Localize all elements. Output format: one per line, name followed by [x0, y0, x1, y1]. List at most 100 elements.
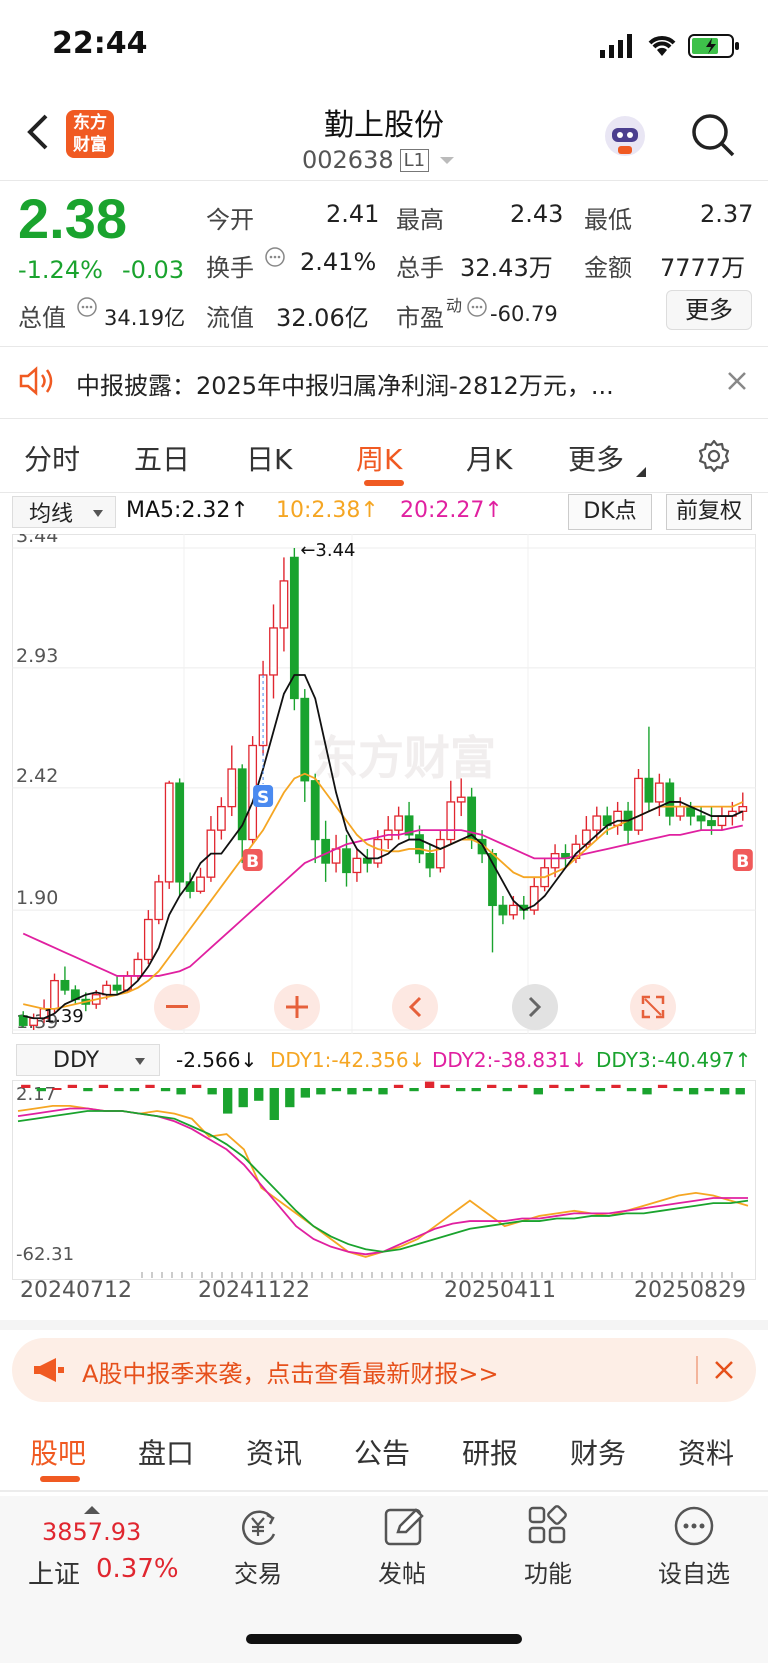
sub-tab-4[interactable]: 研报 [462, 1432, 518, 1472]
ddy-bar [456, 1088, 466, 1092]
candle-body [321, 838, 331, 864]
fullscreen-icon[interactable] [630, 984, 676, 1030]
chart-tab-3[interactable]: 周K [356, 438, 402, 478]
ddy-select[interactable]: DDY [16, 1044, 160, 1076]
sub-tab-6[interactable]: 资料 [678, 1432, 734, 1472]
info-icon[interactable] [264, 246, 286, 272]
stock-code-row[interactable]: 002638 L1 [302, 146, 455, 174]
ddy-select-label: DDY [53, 1047, 100, 1073]
ddy-bar [21, 1084, 31, 1088]
nav-watchlist-label[interactable]: 设自选 [658, 1554, 730, 1589]
sub-tab-3[interactable]: 公告 [354, 1432, 410, 1472]
more-dots-icon[interactable] [672, 1504, 716, 1552]
post-icon[interactable] [382, 1504, 426, 1552]
zoom-in-button[interactable] [274, 984, 320, 1030]
ddy-bar [549, 1084, 559, 1088]
status-time: 22:44 [52, 26, 148, 61]
candle-body [456, 796, 466, 803]
watermark: 东方财富 [312, 731, 496, 785]
wifi-icon [646, 32, 678, 62]
date-label: 20250829 [634, 1278, 746, 1303]
ddy-bar [564, 1088, 575, 1092]
ddy-bar [720, 1088, 730, 1095]
candle-body [644, 777, 654, 803]
close-icon[interactable] [726, 370, 748, 396]
index-name[interactable]: 上证 [28, 1554, 80, 1591]
chart-tab-0[interactable]: 分时 [24, 438, 80, 478]
ddy-bar [657, 1084, 668, 1088]
sub-tab-5[interactable]: 财务 [570, 1432, 626, 1472]
active-tab-indicator [364, 480, 404, 486]
buy-signal: B [246, 852, 259, 872]
candle-body [498, 904, 508, 916]
ddy-bar [580, 1084, 590, 1088]
scroll-right-button[interactable] [512, 984, 558, 1030]
ddy-bar [316, 1088, 326, 1095]
ddy-bar [98, 1084, 109, 1088]
info-icon[interactable] [466, 296, 488, 322]
buy-signal: B [736, 852, 749, 872]
dk-button[interactable]: DK点 [568, 494, 652, 530]
ddy-bar [176, 1088, 186, 1095]
chart-tab-5[interactable]: 更多 [568, 438, 624, 478]
search-icon[interactable] [690, 112, 736, 162]
kline-chart[interactable]: 3.442.932.421.901.39东方财富←3.441.39SBB [12, 534, 756, 1034]
candle-body [707, 820, 716, 827]
nav-post-label[interactable]: 发帖 [378, 1554, 426, 1589]
functions-icon[interactable] [526, 1504, 570, 1552]
ddy1-value: DDY1:-42.356↓ [270, 1048, 426, 1072]
candle-body [717, 815, 727, 827]
adjust-button[interactable]: 前复权 [666, 494, 752, 530]
y-axis-label: 2.42 [16, 765, 58, 787]
gear-icon[interactable] [696, 438, 732, 478]
nav-functions-label[interactable]: 功能 [524, 1554, 572, 1589]
notice-text[interactable]: 中报披露：2025年中报归属净利润-2812万元，... [76, 366, 614, 401]
date-label: 20250411 [444, 1278, 556, 1303]
nav-trade-label[interactable]: 交易 [234, 1554, 282, 1589]
high-marker: ←3.44 [300, 540, 355, 561]
ddy-bar [673, 1088, 683, 1092]
zoom-out-button[interactable] [154, 984, 200, 1030]
earnings-banner[interactable]: A股中报季来袭，点击查看最新财报>> [12, 1338, 756, 1402]
candle-body [50, 979, 59, 1010]
more-caret-icon [636, 462, 646, 481]
high-value: 2.43 [510, 200, 564, 228]
index-change[interactable]: 0.37% [96, 1554, 179, 1584]
ddy-bar [378, 1088, 388, 1095]
chart-tab-4[interactable]: 月K [466, 438, 512, 478]
close-icon[interactable] [714, 1360, 734, 1384]
low-value: 2.37 [700, 200, 754, 228]
ddy-bar [36, 1088, 46, 1092]
ddy-bar [114, 1088, 124, 1092]
ma10-value: 10:2.38↑ [276, 498, 379, 523]
ma-select[interactable]: 均线 [12, 496, 116, 528]
index-value[interactable]: 3857.93 [42, 1518, 141, 1546]
ddy-bar [518, 1084, 528, 1088]
info-icon[interactable] [76, 296, 98, 322]
candle-body [164, 782, 174, 883]
megaphone-icon [32, 1356, 66, 1388]
chevron-down-icon [439, 151, 455, 170]
ddy-bar [300, 1088, 310, 1098]
stock-code: 002638 [302, 146, 394, 174]
mktcap-label: 总值 [18, 304, 66, 332]
candle-body [300, 697, 310, 782]
more-button[interactable]: 更多 [666, 290, 752, 330]
robot-avatar-icon[interactable] [600, 110, 650, 164]
scroll-left-button[interactable] [392, 984, 438, 1030]
ddy-bar [191, 1084, 202, 1088]
chart-tab-2[interactable]: 日K [246, 438, 292, 478]
candle-body [269, 627, 278, 676]
sub-tab-0[interactable]: 股吧 [30, 1432, 86, 1472]
mktcap-value: 34.19亿 [104, 306, 186, 330]
candle-body [227, 768, 237, 808]
sub-tab-2[interactable]: 资讯 [246, 1432, 302, 1472]
candle-body [738, 805, 748, 812]
date-label: 20241122 [198, 1278, 310, 1303]
chart-tab-1[interactable]: 五日 [134, 438, 190, 478]
candle-body [352, 857, 362, 874]
ddy-frame [12, 1080, 756, 1280]
ddy-chart[interactable]: 2.17-62.31 [12, 1080, 756, 1280]
trade-icon[interactable] [236, 1504, 280, 1552]
sub-tab-1[interactable]: 盘口 [138, 1432, 194, 1472]
